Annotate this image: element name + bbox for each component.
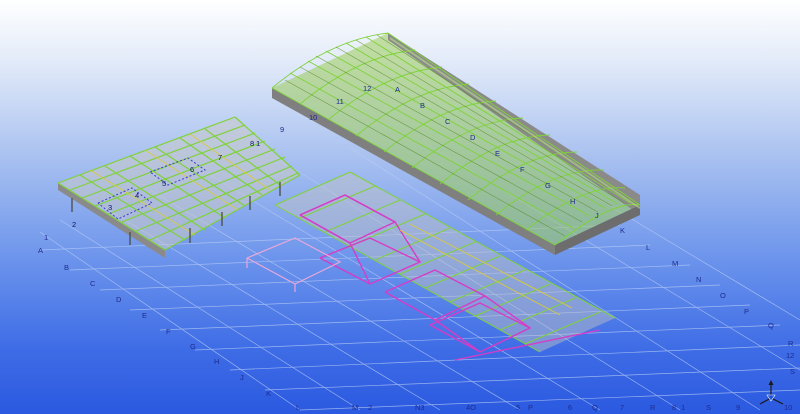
grid-label-bottom-1: 1 — [681, 403, 685, 412]
grid-label-bottom-P: P — [528, 403, 533, 412]
deck-label-8: 8 — [250, 139, 254, 148]
grid-label-right-P: P — [744, 307, 749, 316]
roof-label-C: C — [445, 117, 451, 126]
grid-label-G: G — [190, 342, 196, 351]
roof-label-A: A — [395, 85, 400, 94]
left-deck-structure[interactable]: 8 1 7 6 5 4 3 2 — [57, 116, 301, 258]
grid-label-bottom-L: L — [296, 403, 300, 412]
grid-label-right-M: M — [672, 259, 678, 268]
grid-label-F: F — [166, 327, 171, 336]
grid-label-bottom-8: 8 — [672, 403, 676, 412]
deck-label-3: 3 — [108, 203, 112, 212]
grid-label-bottom-4O: 4O — [466, 403, 476, 412]
grid-label-D: D — [116, 295, 122, 304]
roof-label-11: 11 — [336, 97, 344, 106]
grid-axis-labels-left: 1 A B C D E F G H J K — [38, 233, 271, 398]
grid-label-bottom-6: 6 — [568, 403, 572, 412]
deck-label-2: 2 — [72, 220, 76, 229]
grid-label-E: E — [142, 311, 147, 320]
grid-label-bottom-M: M — [352, 403, 358, 412]
axis-triad-icon[interactable] — [756, 378, 786, 408]
grid-label-bottom-7: 7 — [620, 403, 624, 412]
grid-label-B: B — [64, 263, 69, 272]
deck-label-4: 4 — [135, 191, 139, 200]
deck-label-5: 5 — [162, 179, 166, 188]
grid-label-K: K — [266, 389, 271, 398]
grid-label-right-O: O — [720, 291, 726, 300]
model-viewport[interactable]: 8 1 7 6 5 4 3 2 10 11 12 9 A B C D E F G… — [0, 0, 800, 414]
grid-label-right-S: S — [790, 367, 795, 376]
grid-label-bottom-Q: Q — [592, 403, 598, 412]
grid-label-right-12: 12 — [786, 351, 794, 360]
grid-label-bottom-2: 2 — [368, 403, 372, 412]
grid-label-right-N: N — [696, 275, 701, 284]
structural-model-scene[interactable]: 8 1 7 6 5 4 3 2 10 11 12 9 A B C D E F G… — [0, 0, 800, 414]
grid-label-1: 1 — [44, 233, 48, 242]
roof-label-D: D — [470, 133, 476, 142]
roof-label-J: J — [595, 211, 599, 220]
grid-label-bottom-5: 5 — [516, 403, 520, 412]
roof-label-E: E — [495, 149, 500, 158]
roof-label-10: 10 — [309, 113, 317, 122]
grid-label-C: C — [90, 279, 96, 288]
grid-label-bottom-9: 9 — [736, 403, 740, 412]
grid-label-H: H — [214, 357, 219, 366]
grid-label-right-K: K — [620, 226, 625, 235]
grid-label-right-L: L — [646, 243, 650, 252]
grid-label-A: A — [38, 246, 43, 255]
grid-label-bottom-R: R — [650, 403, 656, 412]
roof-label-F: F — [520, 165, 525, 174]
deck-label-6: 6 — [190, 165, 194, 174]
roof-label-B: B — [420, 101, 425, 110]
roof-label-G: G — [545, 181, 551, 190]
deck-label-1: 1 — [256, 139, 260, 148]
grid-label-right-Q: Q — [768, 321, 774, 330]
grid-label-bottom-S: S — [706, 403, 711, 412]
roof-label-H: H — [570, 197, 575, 206]
grid-label-J: J — [240, 373, 244, 382]
roof-label-9: 9 — [280, 125, 284, 134]
deck-label-7: 7 — [218, 153, 222, 162]
roof-label-12: 12 — [363, 84, 371, 93]
grid-label-right-R: R — [788, 339, 794, 348]
grid-label-bottom-N3: N3 — [415, 403, 425, 412]
